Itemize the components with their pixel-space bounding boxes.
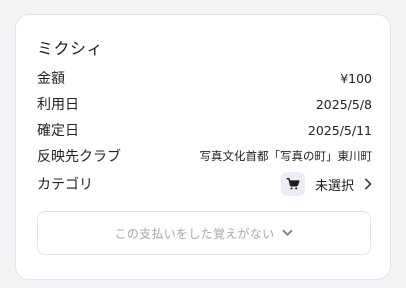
category-selector[interactable]: 未選択: [280, 172, 372, 196]
club-label: 反映先クラブ: [37, 149, 121, 165]
category-row[interactable]: カテゴリ 未選択: [37, 171, 372, 197]
dispute-button[interactable]: この支払いをした覚えがない: [37, 211, 371, 255]
merchant-title: ミクシィ: [37, 39, 104, 58]
amount-value: ¥100: [340, 70, 372, 86]
category-value: 未選択: [314, 178, 354, 194]
confirm-date-value: 2025/5/11: [307, 122, 372, 138]
cart-icon: [280, 172, 305, 196]
use-date-value: 2025/5/8: [315, 96, 372, 112]
club-row: 反映先クラブ 写真文化首都「写真の町」東川町: [37, 145, 372, 167]
confirm-date-label: 確定日: [37, 123, 79, 139]
use-date-row: 利用日 2025/5/8: [37, 93, 372, 115]
amount-label: 金額: [37, 71, 65, 87]
use-date-label: 利用日: [37, 97, 79, 113]
dispute-label: この支払いをした覚えがない: [114, 226, 275, 241]
transaction-card: ミクシィ 金額 ¥100 利用日 2025/5/8 確定日 2025/5/11 …: [15, 14, 391, 280]
category-label: カテゴリ: [37, 177, 93, 193]
chevron-down-icon: [282, 229, 293, 237]
amount-row: 金額 ¥100: [37, 67, 372, 89]
chevron-right-icon: [364, 178, 372, 190]
confirm-date-row: 確定日 2025/5/11: [37, 119, 372, 141]
club-value: 写真文化首都「写真の町」東川町: [199, 149, 373, 163]
